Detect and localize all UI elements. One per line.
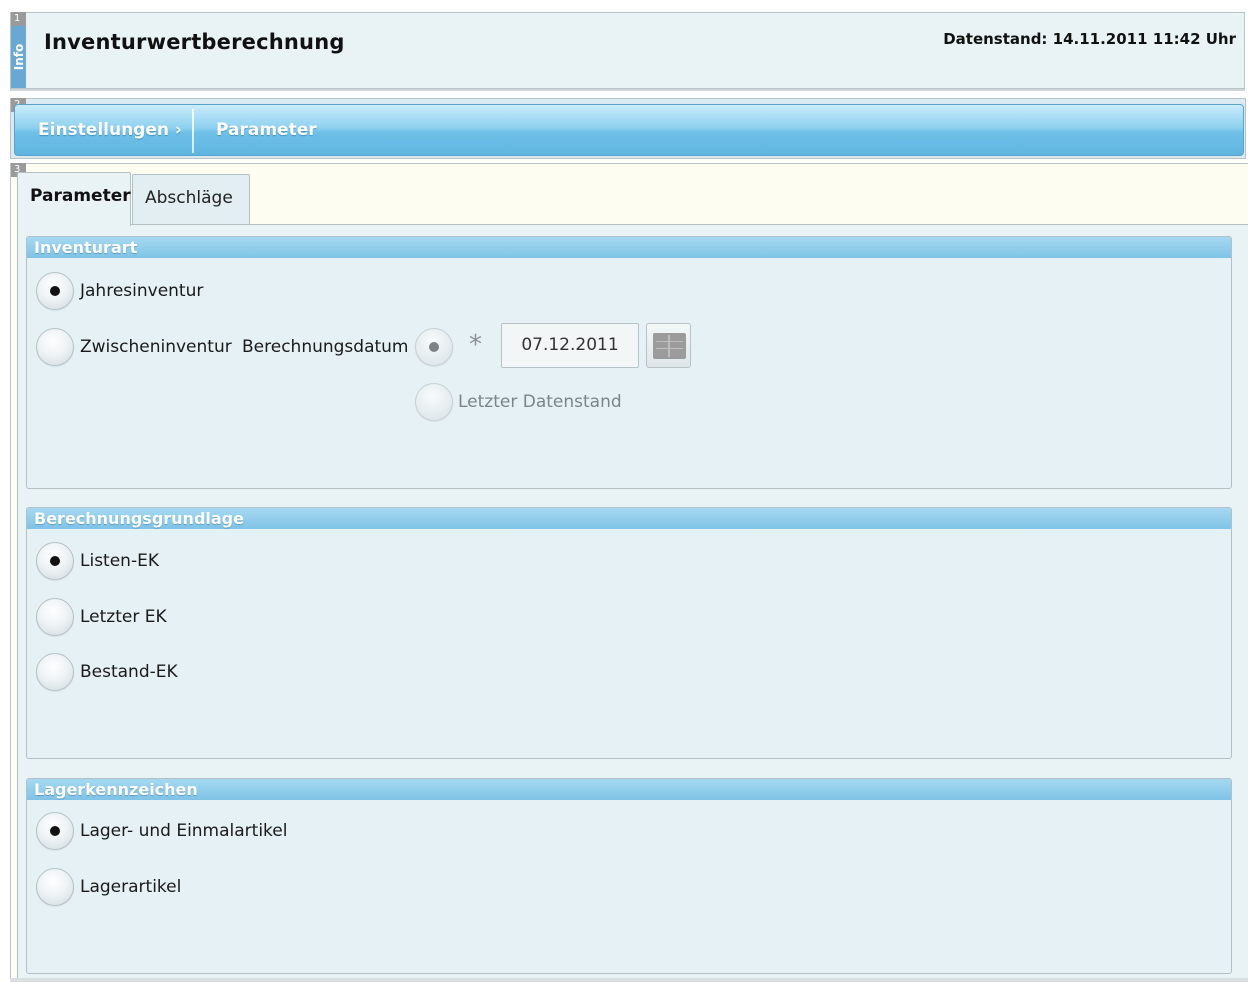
label-berechnungsdatum: Berechnungsdatum (242, 337, 409, 357)
info-strip: Info (11, 26, 26, 88)
breadcrumb: Einstellungen › Parameter (14, 104, 1244, 156)
required-marker: * (469, 330, 482, 360)
label-listen-ek[interactable]: Listen-EK (80, 551, 159, 571)
group-berechnungsgrundlage: Berechnungsgrundlage (26, 507, 1232, 759)
tab-parameter[interactable]: Parameter (17, 172, 131, 226)
breadcrumb-divider (192, 109, 194, 153)
radio-letzter-ek[interactable] (36, 598, 74, 636)
group-header-berechnungsgrundlage: Berechnungsgrundlage (27, 508, 1231, 529)
radio-letzter-datenstand[interactable] (415, 383, 453, 421)
bottom-edge (10, 978, 1248, 982)
label-bestand-ek[interactable]: Bestand-EK (80, 662, 178, 682)
radio-zwischeninventur[interactable] (36, 328, 74, 366)
radio-berechnungsdatum[interactable] (415, 328, 453, 366)
label-lager-und-einmalartikel[interactable]: Lager- und Einmalartikel (80, 821, 287, 841)
section-number-1: 1 (11, 12, 26, 26)
info-strip-label: Info (11, 43, 26, 71)
radio-bestand-ek[interactable] (36, 653, 74, 691)
page-title: Inventurwertberechnung (44, 30, 345, 54)
label-zwischeninventur[interactable]: Zwischeninventur (80, 337, 232, 357)
breadcrumb-parameter[interactable]: Parameter (216, 105, 317, 155)
breadcrumb-einstellungen[interactable]: Einstellungen › (38, 105, 182, 155)
radio-listen-ek[interactable] (36, 542, 74, 580)
group-header-lagerkennzeichen: Lagerkennzeichen (27, 779, 1231, 800)
group-header-inventurart: Inventurart (27, 237, 1231, 258)
group-lagerkennzeichen: Lagerkennzeichen (26, 778, 1232, 974)
label-letzter-datenstand[interactable]: Letzter Datenstand (458, 392, 622, 412)
label-lagerartikel[interactable]: Lagerartikel (80, 877, 181, 897)
radio-lagerartikel[interactable] (36, 868, 74, 906)
label-jahresinventur[interactable]: Jahresinventur (80, 281, 203, 301)
date-field[interactable]: 07.12.2011 (501, 323, 639, 368)
calendar-icon (653, 333, 686, 359)
calendar-button[interactable] (646, 323, 691, 368)
radio-jahresinventur[interactable] (36, 272, 74, 310)
radio-lager-und-einmalartikel[interactable] (36, 812, 74, 850)
tab-abschlaege[interactable]: Abschläge (132, 174, 250, 224)
data-timestamp: Datenstand: 14.11.2011 11:42 Uhr (943, 30, 1236, 48)
label-letzter-ek[interactable]: Letzter EK (80, 607, 167, 627)
